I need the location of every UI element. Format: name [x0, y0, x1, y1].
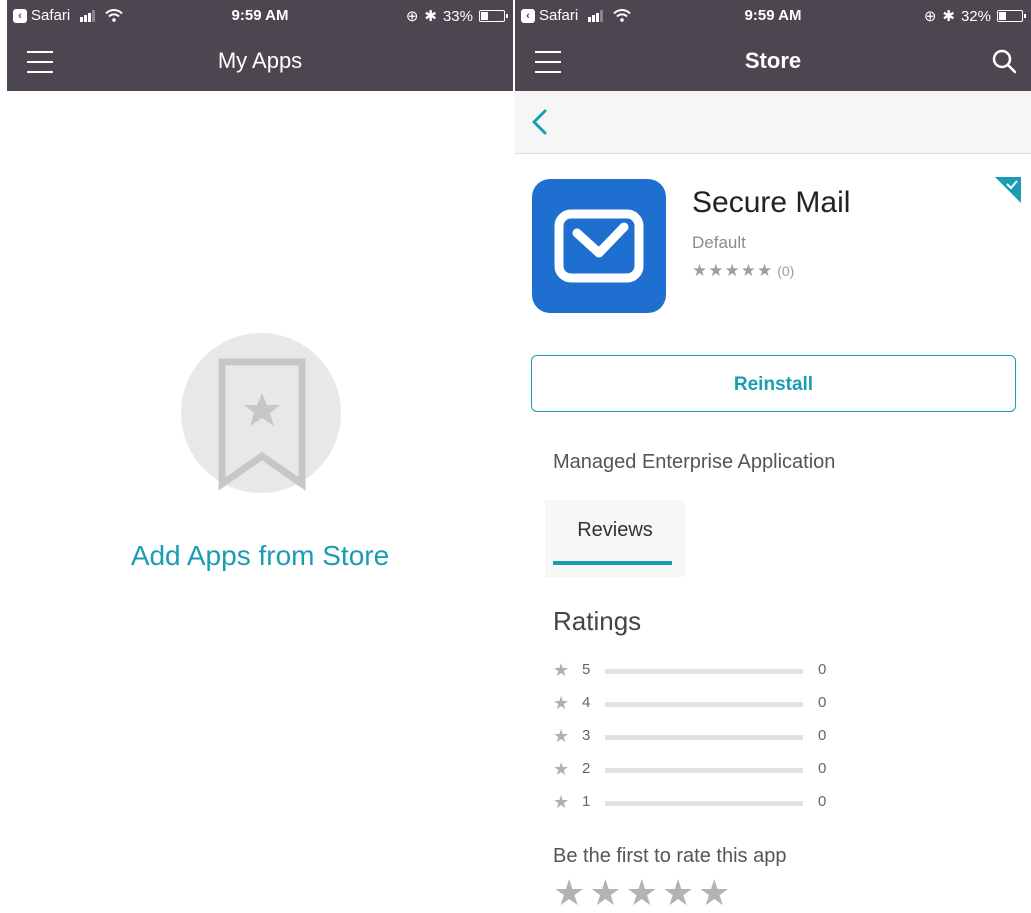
top-navbar: Store [515, 31, 1031, 91]
star-icon: ★ [553, 759, 570, 779]
star-icon: ★ [553, 693, 570, 713]
tab-reviews-label: Reviews [577, 519, 653, 541]
rate-star-4-icon[interactable]: ★ [662, 873, 694, 913]
rating-row-3: ★ 3 0 [553, 726, 853, 750]
star-icon: ★ [553, 792, 570, 812]
tab-reviews[interactable]: Reviews [545, 500, 685, 577]
rate-star-1-icon[interactable]: ★ [553, 873, 585, 913]
tab-active-indicator [553, 561, 672, 565]
rating-level: 5 [582, 661, 591, 678]
back-chevron-icon[interactable] [529, 107, 549, 137]
status-bar: ‹ Safari 9:59 AM ⊕ ✱ 32% [515, 0, 1031, 31]
store-app-detail-screen: ‹ Safari 9:59 AM ⊕ ✱ 32% Store Secure Ma… [515, 0, 1031, 913]
rating-row-2: ★ 2 0 [553, 759, 853, 783]
rating-bar [605, 768, 803, 773]
battery-icon [479, 10, 508, 22]
rating-stars: ★★★★★ [692, 261, 774, 280]
rate-prompt: Be the first to rate this app [553, 845, 787, 867]
empty-state-illustration [181, 333, 341, 493]
bluetooth-icon: ✱ [424, 8, 437, 25]
orientation-lock-icon: ⊕ [923, 8, 937, 25]
battery-percent: 32% [960, 7, 991, 25]
rate-stars-input: ★ ★ ★ ★ ★ [553, 873, 730, 913]
app-category: Default [692, 233, 746, 252]
ratings-heading: Ratings [553, 606, 642, 636]
secure-mail-app-icon [532, 179, 666, 313]
bluetooth-icon: ✱ [942, 8, 955, 25]
page-title: My Apps [217, 48, 303, 73]
status-right: ⊕ ✱ 32% [923, 7, 1026, 25]
rating-row-5: ★ 5 0 [553, 660, 853, 684]
rating-level: 2 [582, 760, 591, 777]
rate-star-2-icon[interactable]: ★ [589, 873, 621, 913]
rating-level: 3 [582, 727, 591, 744]
orientation-lock-icon: ⊕ [405, 8, 419, 25]
installed-flag-icon [995, 177, 1021, 203]
top-navbar: My Apps [7, 31, 513, 91]
rating-level: 1 [582, 793, 591, 810]
rating-level-count: 0 [818, 793, 827, 810]
star-icon: ★ [553, 726, 570, 746]
reinstall-button[interactable]: Reinstall [531, 355, 1016, 412]
rating-bar [605, 735, 803, 740]
status-bar: ‹ Safari 9:59 AM ⊕ ✱ 33% [7, 0, 513, 31]
search-icon[interactable] [991, 48, 1017, 74]
rate-star-3-icon[interactable]: ★ [626, 873, 658, 913]
page-title: Store [744, 48, 802, 73]
mail-envelope-icon [554, 209, 644, 283]
rating-bar [605, 801, 803, 806]
add-apps-from-store-link[interactable]: Add Apps from Store [7, 540, 513, 572]
rate-star-5-icon[interactable]: ★ [698, 873, 730, 913]
my-apps-screen: ‹ Safari 9:59 AM ⊕ ✱ 33% My Apps Add App… [7, 0, 513, 913]
rating-level: 4 [582, 694, 591, 711]
rating-bar [605, 702, 803, 707]
star-icon: ★ [553, 660, 570, 680]
sub-navbar [515, 91, 1031, 154]
rating-row-4: ★ 4 0 [553, 693, 853, 717]
rating-bar [605, 669, 803, 674]
rating-row-1: ★ 1 0 [553, 792, 853, 816]
rating-count: (0) [777, 263, 795, 279]
rating-level-count: 0 [818, 727, 827, 744]
app-type-label: Managed Enterprise Application [553, 451, 836, 473]
battery-percent: 33% [442, 7, 473, 25]
app-rating: ★★★★★ (0) [692, 261, 794, 281]
rating-level-count: 0 [818, 694, 827, 711]
rating-level-count: 0 [818, 661, 827, 678]
rating-level-count: 0 [818, 760, 827, 777]
app-name: Secure Mail [692, 186, 851, 219]
bookmark-star-icon [218, 358, 306, 491]
status-right: ⊕ ✱ 33% [405, 7, 508, 25]
battery-icon [997, 10, 1026, 22]
